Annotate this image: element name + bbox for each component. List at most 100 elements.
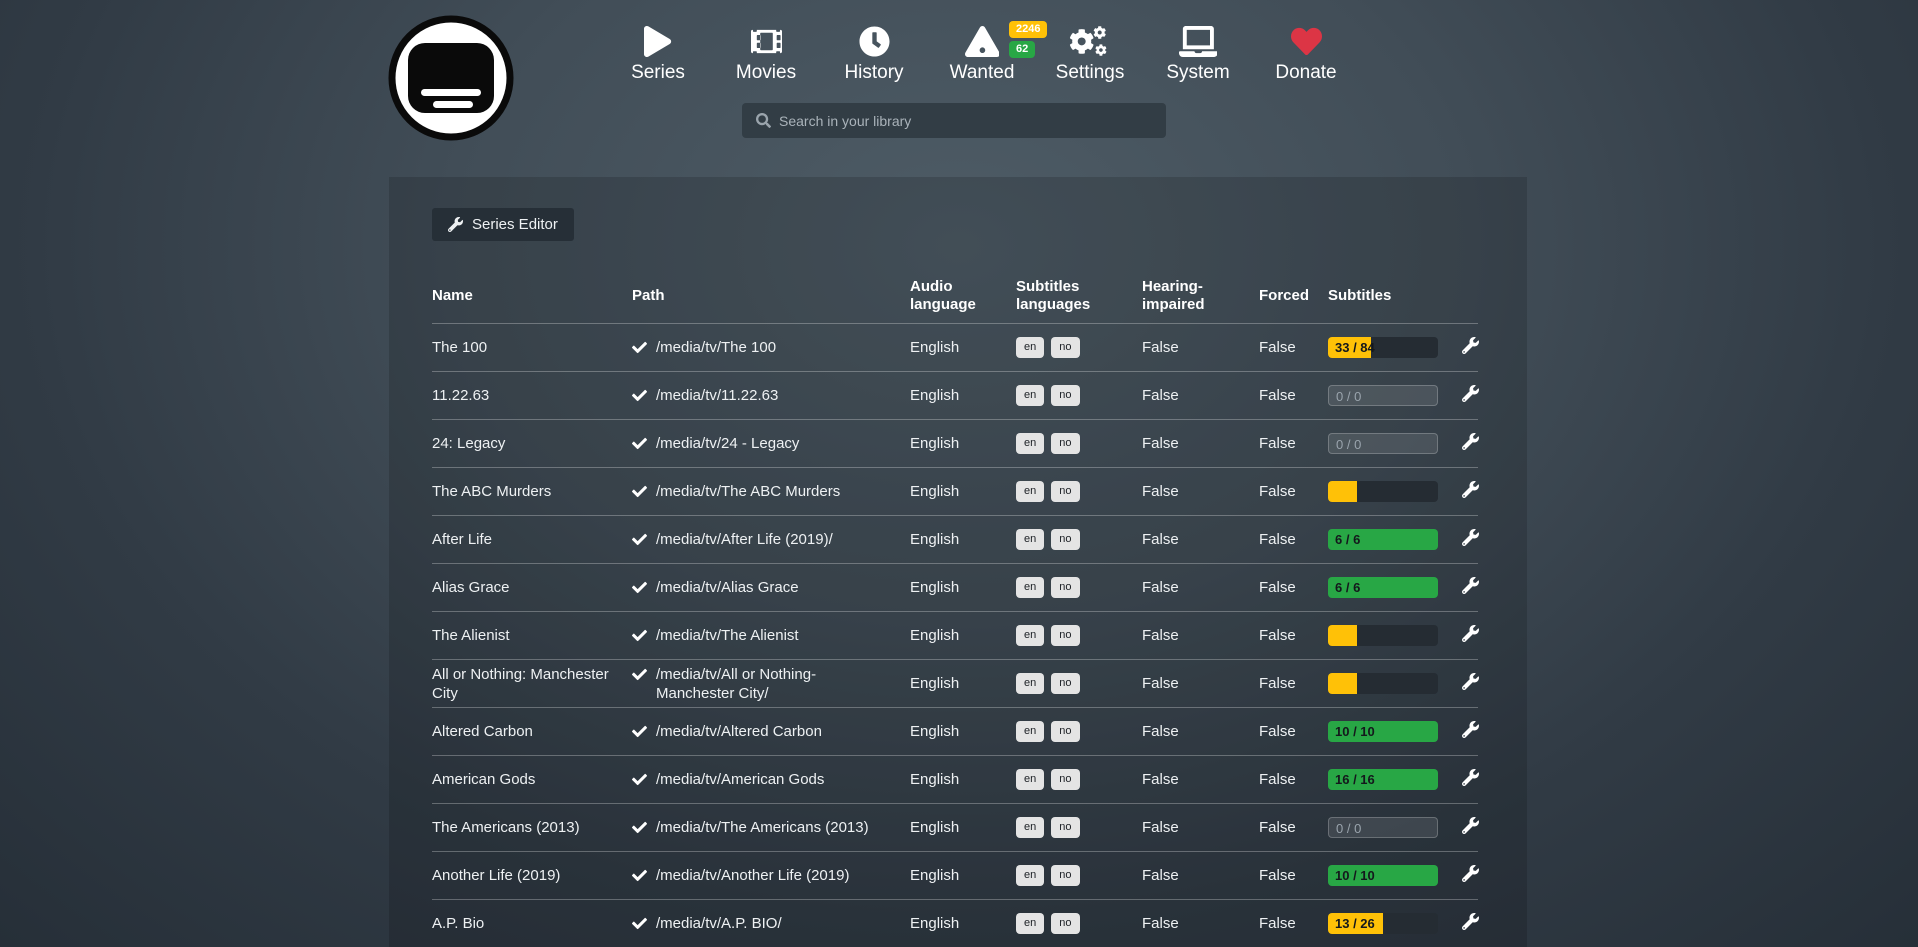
subtitle-languages-cell: enno: [1016, 577, 1142, 598]
app-logo[interactable]: [388, 15, 514, 141]
series-path-cell: /media/tv/American Gods: [632, 770, 910, 789]
edit-series-wrench-icon[interactable]: [1462, 625, 1479, 642]
column-header-forced: Forced: [1259, 287, 1328, 305]
series-name-cell[interactable]: The Americans (2013): [432, 818, 632, 837]
audio-language-cell: English: [910, 627, 1016, 644]
nav-item-movies[interactable]: Movies: [712, 24, 820, 84]
subtitle-languages-cell: enno: [1016, 769, 1142, 790]
language-badge-no: no: [1051, 865, 1079, 886]
series-name-cell[interactable]: Another Life (2019): [432, 866, 632, 885]
series-name-cell[interactable]: American Gods: [432, 770, 632, 789]
path-text: /media/tv/Altered Carbon: [656, 722, 822, 741]
language-badge-no: no: [1051, 913, 1079, 934]
nav-icon-wrap: [712, 24, 820, 58]
hearing-impaired-cell: False: [1142, 915, 1259, 932]
nav-item-history[interactable]: History: [820, 24, 928, 84]
series-path-cell: /media/tv/Alias Grace: [632, 578, 910, 597]
check-icon: [632, 532, 647, 547]
series-name-cell[interactable]: A.P. Bio: [432, 914, 632, 933]
edit-series-wrench-icon[interactable]: [1462, 385, 1479, 402]
language-badge-en: en: [1016, 769, 1044, 790]
edit-series-wrench-icon[interactable]: [1462, 913, 1479, 930]
nav-icon-wrap: [1252, 24, 1360, 58]
language-badge-en: en: [1016, 481, 1044, 502]
subtitle-languages-cell: enno: [1016, 337, 1142, 358]
table-header-row: NamePathAudio languageSubtitles language…: [432, 268, 1478, 323]
progress-label: 0 / 0: [1336, 434, 1361, 454]
edit-series-wrench-icon[interactable]: [1462, 673, 1479, 690]
edit-series-wrench-icon[interactable]: [1462, 817, 1479, 834]
series-table: NamePathAudio languageSubtitles language…: [432, 268, 1478, 947]
edit-series-wrench-icon[interactable]: [1462, 769, 1479, 786]
series-name-cell[interactable]: Alias Grace: [432, 578, 632, 597]
progress-label: 6 / 6: [1335, 577, 1360, 598]
edit-series-wrench-icon[interactable]: [1462, 721, 1479, 738]
nav-item-wanted[interactable]: Wanted224662: [928, 24, 1036, 84]
path-text: /media/tv/24 - Legacy: [656, 434, 799, 453]
check-icon: [632, 820, 647, 835]
subtitles-progress-cell: 6 / 6: [1328, 577, 1462, 598]
nav-item-donate[interactable]: Donate: [1252, 24, 1360, 84]
subtitles-progress-cell: [1328, 673, 1462, 694]
subtitles-progress-bar: 13 / 26: [1328, 913, 1438, 934]
subtitles-progress-bar: [1328, 625, 1438, 646]
nav-item-system[interactable]: System: [1144, 24, 1252, 84]
nav-icon-wrap: [1036, 24, 1144, 58]
search-icon: [756, 113, 771, 128]
search-bar: [742, 103, 1166, 138]
forced-cell: False: [1259, 579, 1328, 596]
hearing-impaired-cell: False: [1142, 387, 1259, 404]
edit-series-wrench-icon[interactable]: [1462, 577, 1479, 594]
language-badge-en: en: [1016, 529, 1044, 550]
subtitles-progress-bar: [1328, 481, 1438, 502]
series-editor-button[interactable]: Series Editor: [432, 208, 574, 241]
content-panel: Series Editor NamePathAudio languageSubt…: [389, 177, 1527, 947]
nav-item-settings[interactable]: Settings: [1036, 24, 1144, 84]
series-name-cell[interactable]: All or Nothing: Manchester City: [432, 665, 632, 703]
edit-series-wrench-icon[interactable]: [1462, 337, 1479, 354]
nav-icon-wrap: [1144, 24, 1252, 58]
subtitles-progress-cell: [1328, 625, 1462, 646]
series-name-cell[interactable]: After Life: [432, 530, 632, 549]
nav-label: Movies: [712, 62, 820, 84]
series-row: The ABC Murders/media/tv/The ABC Murders…: [432, 467, 1478, 515]
series-path-cell: /media/tv/The Alienist: [632, 626, 910, 645]
edit-series-cell: [1462, 865, 1491, 886]
subtitles-progress-bar: 0 / 0: [1328, 817, 1438, 838]
series-name-cell[interactable]: 11.22.63: [432, 386, 632, 405]
nav-label: Wanted: [928, 62, 1036, 84]
forced-cell: False: [1259, 867, 1328, 884]
forced-cell: False: [1259, 531, 1328, 548]
series-name-cell[interactable]: Altered Carbon: [432, 722, 632, 741]
progress-label: 6 / 6: [1335, 529, 1360, 550]
logo-subtitle-line-1: [421, 89, 481, 96]
edit-series-wrench-icon[interactable]: [1462, 865, 1479, 882]
audio-language-cell: English: [910, 723, 1016, 740]
subtitle-languages-cell: enno: [1016, 385, 1142, 406]
series-name-cell[interactable]: 24: Legacy: [432, 434, 632, 453]
edit-series-cell: [1462, 625, 1491, 646]
column-header-name: Name: [432, 287, 632, 305]
language-badge-en: en: [1016, 625, 1044, 646]
count-badge: 62: [1009, 41, 1035, 58]
film-icon: [751, 26, 782, 57]
series-name-cell[interactable]: The ABC Murders: [432, 482, 632, 501]
subtitle-languages-cell: enno: [1016, 817, 1142, 838]
search-input[interactable]: [779, 113, 1156, 129]
subtitles-progress-cell: 6 / 6: [1328, 529, 1462, 550]
edit-series-wrench-icon[interactable]: [1462, 529, 1479, 546]
top-header: SeriesMoviesHistoryWanted224662SettingsS…: [0, 0, 1918, 177]
forced-cell: False: [1259, 723, 1328, 740]
edit-series-cell: [1462, 385, 1491, 406]
column-header-audio-language: Audio language: [910, 278, 1016, 314]
edit-series-wrench-icon[interactable]: [1462, 481, 1479, 498]
series-name-cell[interactable]: The 100: [432, 338, 632, 357]
check-icon: [632, 484, 647, 499]
series-row: The 100/media/tv/The 100EnglishennoFalse…: [432, 323, 1478, 371]
nav-item-series[interactable]: Series: [604, 24, 712, 84]
subtitles-progress-cell: 13 / 26: [1328, 913, 1462, 934]
edit-series-wrench-icon[interactable]: [1462, 433, 1479, 450]
series-row: The Americans (2013)/media/tv/The Americ…: [432, 803, 1478, 851]
series-name-cell[interactable]: The Alienist: [432, 626, 632, 645]
progress-label: 0 / 0: [1336, 386, 1361, 406]
